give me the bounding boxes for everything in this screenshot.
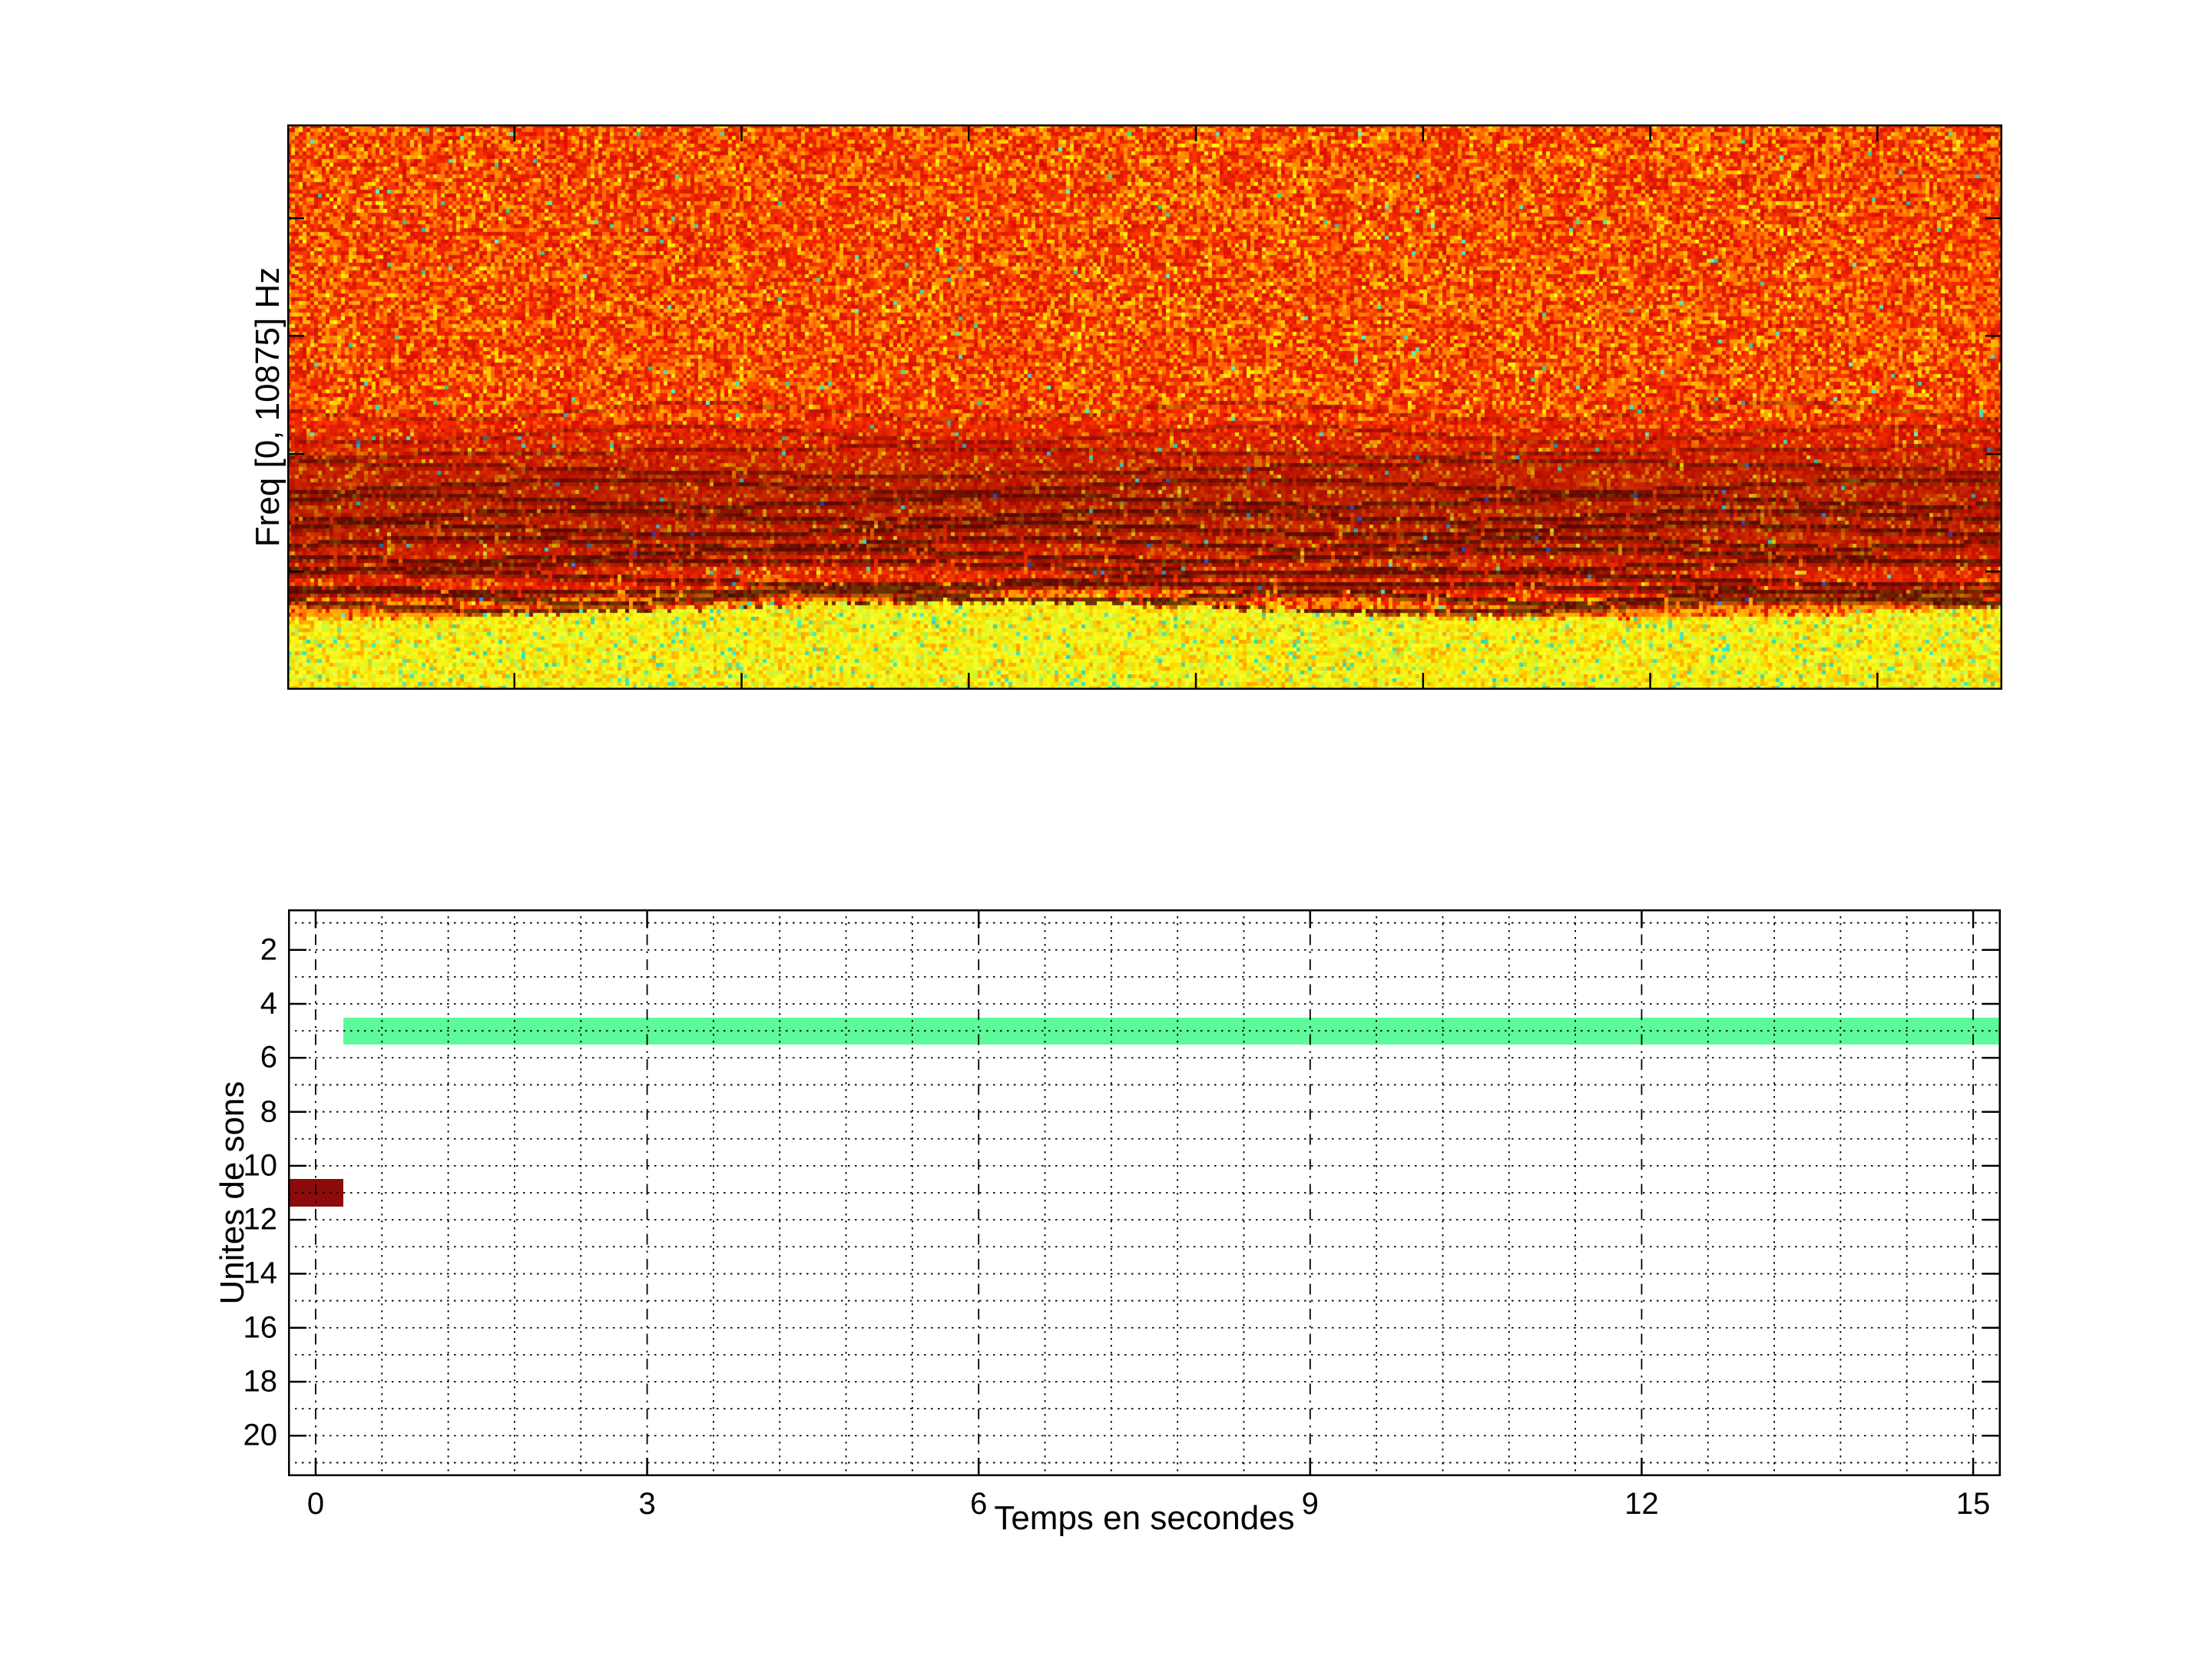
y-tick-label-2: 2 [260, 932, 277, 967]
y-tick-label-20: 20 [243, 1418, 278, 1452]
x-tick-label-3: 3 [638, 1487, 656, 1521]
x-tick-label-6: 6 [970, 1487, 988, 1521]
x-tick-label-0: 0 [306, 1487, 325, 1521]
x-tick-label-12: 12 [1624, 1487, 1659, 1521]
figure-page: { "chart_data": [ { "type": "heatmap", "… [0, 0, 2212, 1659]
y-tick-label-4: 4 [260, 986, 277, 1021]
spectrogram-border [287, 124, 2002, 690]
sound-units-plot [288, 909, 2001, 1476]
y-tick-label-18: 18 [243, 1364, 278, 1399]
x-tick-label-9: 9 [1301, 1487, 1319, 1521]
y-tick-label-16: 16 [243, 1310, 278, 1345]
y-tick-label-6: 6 [260, 1040, 277, 1075]
spectrogram-frame [287, 124, 2002, 690]
grid-and-frame [288, 909, 2001, 1476]
time-axis-label: Temps en secondes [994, 1499, 1295, 1537]
spectrogram-plot [287, 124, 2002, 690]
freq-axis-label: Freq [0, 10875] Hz [249, 267, 286, 548]
x-tick-label-15: 15 [1955, 1487, 1991, 1521]
y-tick-label-8: 8 [260, 1094, 277, 1129]
sound-units-axis-label: Unites de sons [214, 1081, 251, 1305]
